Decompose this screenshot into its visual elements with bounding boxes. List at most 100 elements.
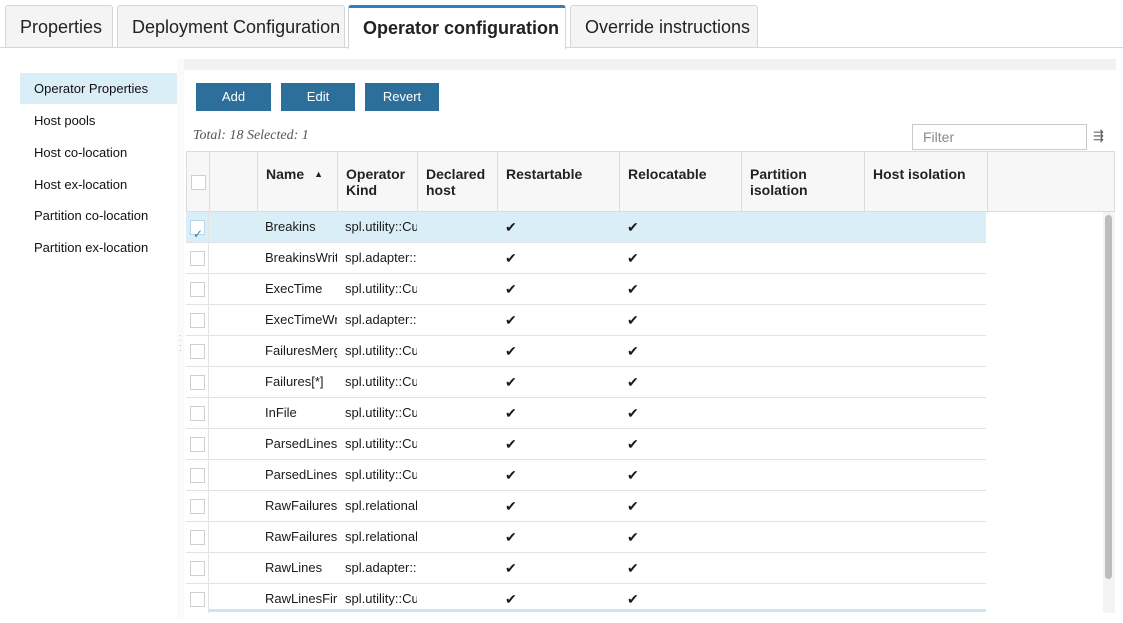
table-row[interactable]: ExecTime spl.utility::Cu ✔ ✔ (186, 274, 986, 305)
partial-row-highlight (208, 609, 986, 612)
row-checkbox[interactable] (190, 499, 205, 514)
table-row[interactable]: ExecTimeWr spl.adapter:: ✔ ✔ (186, 305, 986, 336)
row-checkbox[interactable] (190, 406, 205, 421)
table-row[interactable]: RawFailures spl.relational ✔ ✔ (186, 491, 986, 522)
sidebar-item-operator-properties[interactable]: Operator Properties (20, 73, 177, 104)
tab-bar: Properties Deployment Configuration Oper… (0, 0, 1123, 49)
header-spacer (209, 152, 257, 213)
row-checkbox[interactable] (190, 530, 205, 545)
row-checkbox[interactable]: ✓ (190, 220, 205, 241)
relocatable-check-icon: ✔ (627, 560, 639, 576)
relocatable-check-icon: ✔ (627, 281, 639, 297)
cell-name: RawLines (265, 560, 323, 575)
cell-operator-kind: spl.utility::Cu (345, 374, 417, 389)
cell-operator-kind: spl.adapter:: (345, 560, 417, 575)
row-checkbox[interactable] (190, 344, 205, 359)
restartable-check-icon: ✔ (505, 529, 517, 545)
sidebar-item-host-ex-location[interactable]: Host ex-location (20, 169, 177, 200)
restartable-check-icon: ✔ (505, 560, 517, 576)
table-row[interactable]: RawFailures spl.relational ✔ ✔ (186, 522, 986, 553)
restartable-check-icon: ✔ (505, 281, 517, 297)
cell-operator-kind: spl.adapter:: (345, 312, 417, 327)
row-checkbox[interactable] (190, 282, 205, 297)
row-checkbox[interactable] (190, 561, 205, 576)
cell-name: RawFailures (265, 529, 337, 544)
cell-operator-kind: spl.utility::Cu (345, 343, 417, 358)
cell-operator-kind: spl.utility::Cu (345, 436, 417, 451)
table-row[interactable]: ✓ Breakins spl.utility::Cu ✔ ✔ (186, 212, 986, 243)
main-panel-header-strip (184, 59, 1116, 70)
splitter-grip-icon[interactable]: · · · · (179, 332, 183, 355)
column-header-name-label: Name (266, 166, 305, 182)
restartable-check-icon: ✔ (505, 498, 517, 514)
row-checkbox[interactable] (190, 468, 205, 483)
sidebar-item-partition-co-location[interactable]: Partition co-location (20, 200, 177, 231)
cell-name: ExecTime (265, 281, 323, 296)
add-button[interactable]: Add (196, 83, 271, 111)
table-body: ✓ Breakins spl.utility::Cu ✔ ✔ BreakinsWrit sp… (186, 212, 1115, 613)
cell-name: ParsedLines (265, 467, 337, 482)
table-row[interactable]: ParsedLines spl.utility::Cu ✔ ✔ (186, 460, 986, 491)
relocatable-check-icon: ✔ (627, 312, 639, 328)
relocatable-check-icon: ✔ (627, 436, 639, 452)
sidebar-item-host-pools[interactable]: Host pools (20, 105, 177, 136)
restartable-check-icon: ✔ (505, 219, 517, 235)
restartable-check-icon: ✔ (505, 250, 517, 266)
column-header-relocatable[interactable]: Relocatable (619, 152, 741, 213)
table-row[interactable]: FailuresMerg spl.utility::Cu ✔ ✔ (186, 336, 986, 367)
column-divider (208, 212, 209, 613)
tab-deployment-configuration[interactable]: Deployment Configuration (117, 5, 345, 48)
revert-button[interactable]: Revert (365, 83, 439, 111)
restartable-check-icon: ✔ (505, 312, 517, 328)
table-row[interactable]: ParsedLines spl.utility::Cu ✔ ✔ (186, 429, 986, 460)
cell-name: RawFailures (265, 498, 337, 513)
tab-properties[interactable]: Properties (5, 5, 113, 48)
tab-operator-configuration[interactable]: Operator configuration (348, 5, 566, 49)
cell-operator-kind: spl.utility::Cu (345, 219, 417, 234)
cell-name: Breakins (265, 219, 316, 234)
operator-table: Name ▲ Operator Kind Declared host Restar… (186, 151, 1115, 613)
row-checkbox[interactable] (190, 251, 205, 266)
relocatable-check-icon: ✔ (627, 250, 639, 266)
table-row[interactable]: InFile spl.utility::Cu ✔ ✔ (186, 398, 986, 429)
row-checkbox[interactable] (190, 313, 205, 328)
sidebar-item-partition-ex-location[interactable]: Partition ex-location (20, 232, 177, 263)
cell-operator-kind: spl.adapter:: (345, 250, 417, 265)
cell-name: InFile (265, 405, 297, 420)
sidebar: Operator Properties Host pools Host co-l… (20, 59, 177, 619)
edit-button[interactable]: Edit (281, 83, 355, 111)
select-all-checkbox[interactable] (191, 175, 206, 190)
column-header-partition-isolation[interactable]: Partition isolation (741, 152, 864, 213)
table-row[interactable]: RawLines spl.adapter:: ✔ ✔ (186, 553, 986, 584)
column-header-operator-kind[interactable]: Operator Kind (337, 152, 417, 213)
column-header-host-isolation[interactable]: Host isolation (864, 152, 987, 213)
scrollbar-thumb[interactable] (1105, 215, 1112, 579)
cell-operator-kind: spl.relational (345, 529, 417, 544)
column-header-restartable[interactable]: Restartable (497, 152, 619, 213)
relocatable-check-icon: ✔ (627, 374, 639, 390)
sort-ascending-icon: ▲ (314, 169, 324, 179)
selection-summary: Total: 18 Selected: 1 (193, 128, 309, 143)
column-header-name[interactable]: Name ▲ (257, 152, 337, 213)
cell-operator-kind: spl.utility::Cu (345, 467, 417, 482)
row-checkbox[interactable] (190, 375, 205, 390)
filter-arrows-icon[interactable]: ⇶ (1093, 128, 1104, 144)
table-row[interactable]: Failures[*] spl.utility::Cu ✔ ✔ (186, 367, 986, 398)
relocatable-check-icon: ✔ (627, 467, 639, 483)
filter-input[interactable] (912, 124, 1087, 150)
relocatable-check-icon: ✔ (627, 219, 639, 235)
table-row[interactable]: BreakinsWrit spl.adapter:: ✔ ✔ (186, 243, 986, 274)
restartable-check-icon: ✔ (505, 405, 517, 421)
cell-operator-kind: spl.utility::Cu (345, 281, 417, 296)
sidebar-item-host-co-location[interactable]: Host co-location (20, 137, 177, 168)
restartable-check-icon: ✔ (505, 374, 517, 390)
table-header: Name ▲ Operator Kind Declared host Restar… (186, 151, 1115, 213)
header-select-all-cell (187, 152, 209, 213)
row-checkbox[interactable] (190, 592, 205, 607)
tab-override-instructions[interactable]: Override instructions (570, 5, 758, 48)
relocatable-check-icon: ✔ (627, 498, 639, 514)
row-checkbox[interactable] (190, 437, 205, 452)
cell-operator-kind: spl.relational (345, 498, 417, 513)
restartable-check-icon: ✔ (505, 467, 517, 483)
column-header-declared-host[interactable]: Declared host (417, 152, 497, 213)
